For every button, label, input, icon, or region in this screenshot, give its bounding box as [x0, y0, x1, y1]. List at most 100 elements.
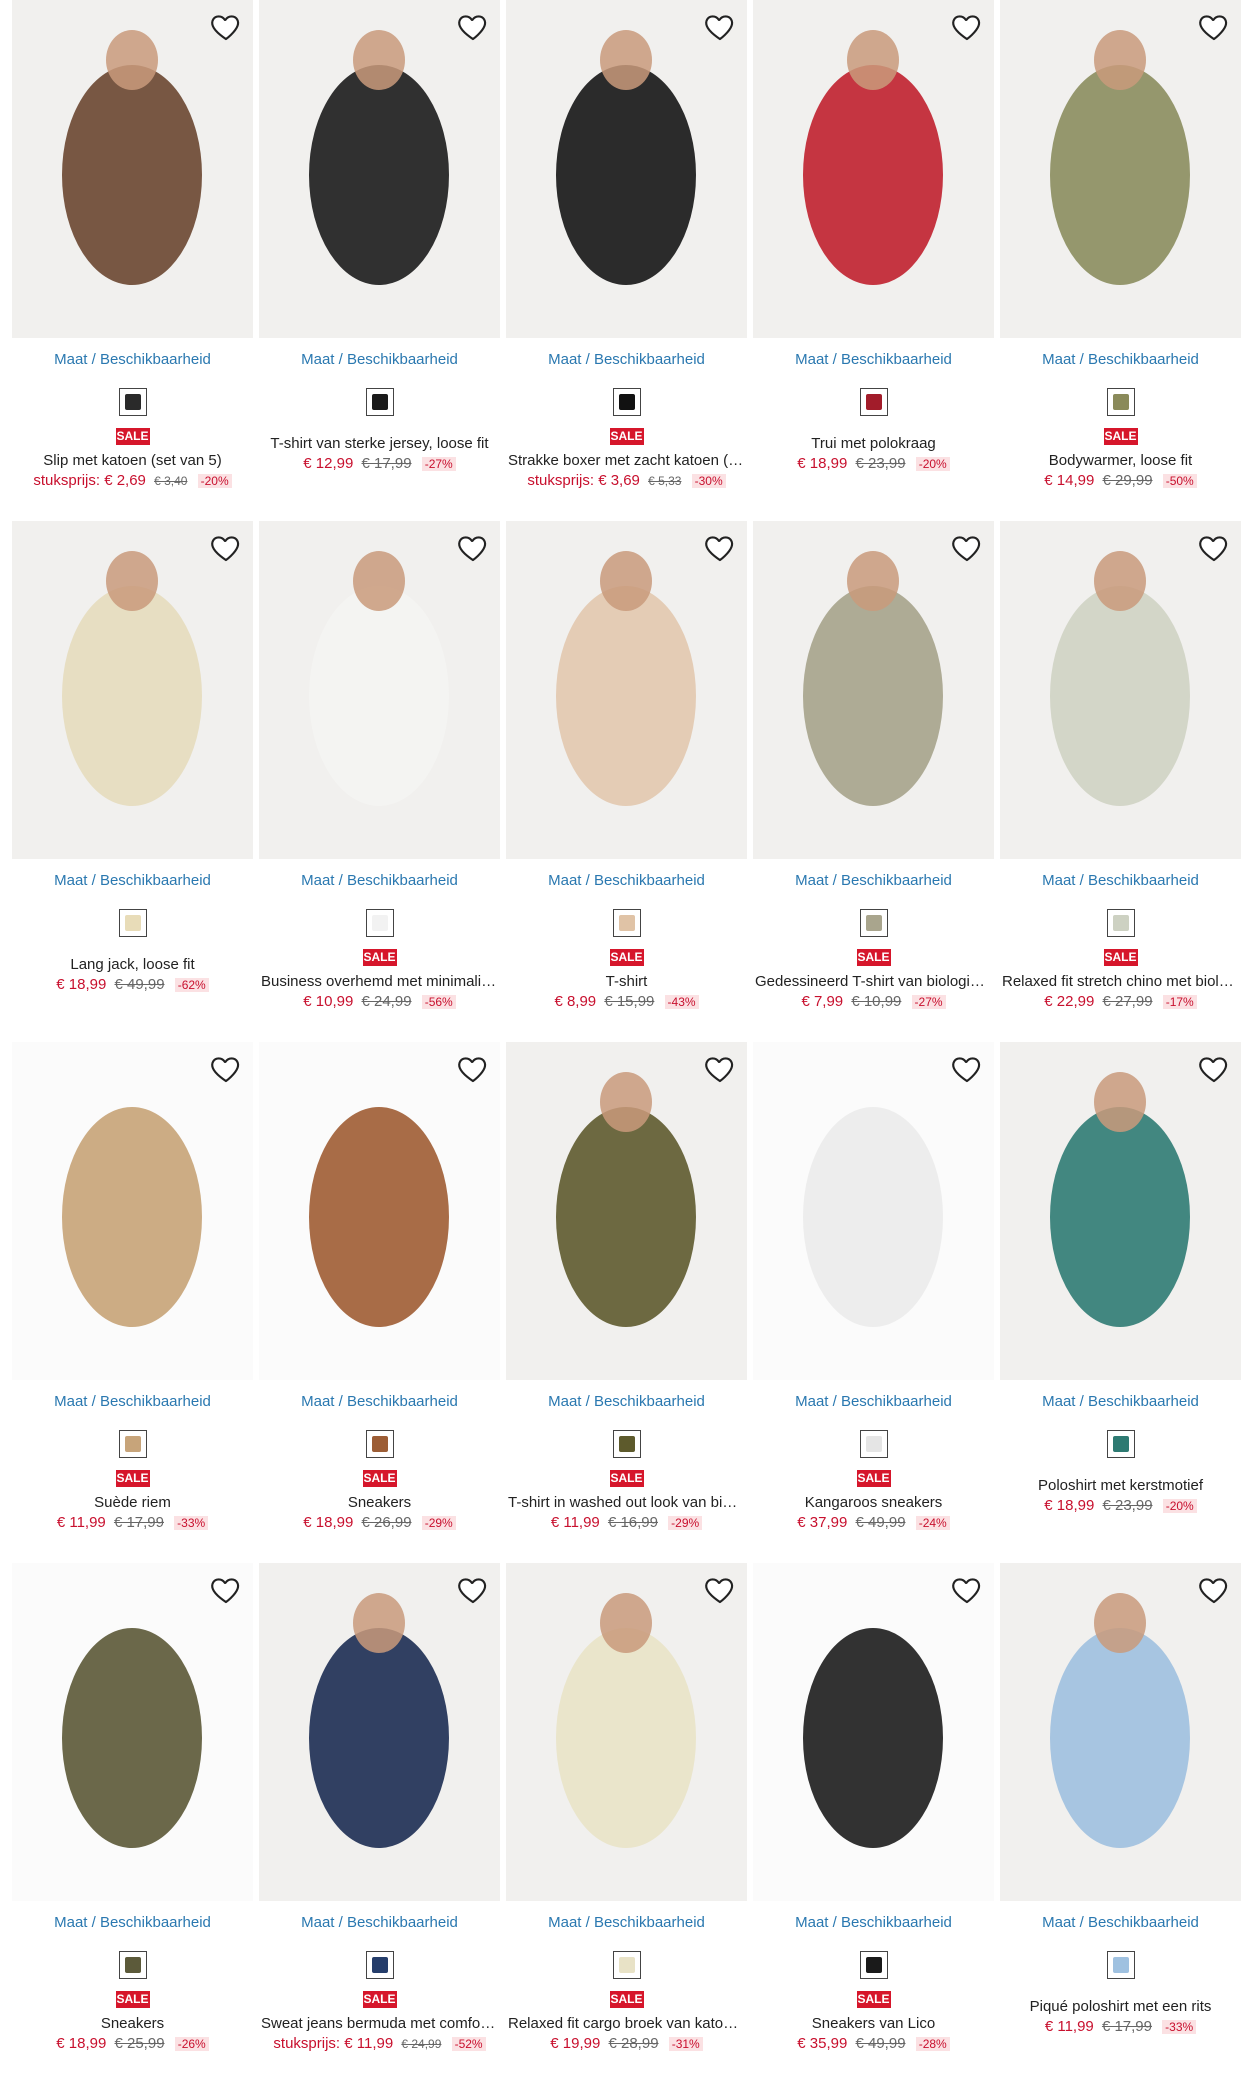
wishlist-heart-icon[interactable] [703, 531, 737, 565]
product-title[interactable]: Bodywarmer, loose fit [1000, 451, 1241, 471]
color-swatch[interactable] [1106, 388, 1135, 416]
size-availability-link[interactable]: Maat / Beschikbaarheid [753, 350, 994, 370]
product-card[interactable]: Maat / Beschikbaarheid SALE Kangaroos sn… [753, 1042, 994, 1563]
color-swatch[interactable] [365, 909, 394, 937]
product-image[interactable] [259, 0, 500, 338]
product-image[interactable] [259, 521, 500, 859]
wishlist-heart-icon[interactable] [1197, 1052, 1231, 1086]
product-image[interactable] [753, 521, 994, 859]
size-availability-link[interactable]: Maat / Beschikbaarheid [259, 350, 500, 370]
color-swatch[interactable] [1106, 909, 1135, 937]
wishlist-heart-icon[interactable] [456, 1573, 490, 1607]
size-availability-link[interactable]: Maat / Beschikbaarheid [753, 871, 994, 891]
product-title[interactable]: Trui met polokraag [753, 434, 994, 454]
size-availability-link[interactable]: Maat / Beschikbaarheid [259, 1392, 500, 1412]
product-title[interactable]: Relaxed fit stretch chino met biolo... [1000, 972, 1241, 992]
color-swatch[interactable] [612, 909, 641, 937]
product-image[interactable] [1000, 0, 1241, 338]
product-image[interactable] [506, 1042, 747, 1380]
product-card[interactable]: Maat / Beschikbaarheid Lang jack, loose … [12, 521, 253, 1042]
size-availability-link[interactable]: Maat / Beschikbaarheid [753, 1392, 994, 1412]
product-image[interactable] [753, 1563, 994, 1901]
size-availability-link[interactable]: Maat / Beschikbaarheid [259, 871, 500, 891]
product-image[interactable] [12, 521, 253, 859]
product-image[interactable] [506, 521, 747, 859]
color-swatch[interactable] [118, 388, 147, 416]
product-image[interactable] [1000, 1563, 1241, 1901]
size-availability-link[interactable]: Maat / Beschikbaarheid [753, 1913, 994, 1933]
wishlist-heart-icon[interactable] [950, 1052, 984, 1086]
product-card[interactable]: Maat / Beschikbaarheid Piqué poloshirt m… [1000, 1563, 1241, 2084]
wishlist-heart-icon[interactable] [209, 1573, 243, 1607]
wishlist-heart-icon[interactable] [950, 1573, 984, 1607]
product-title[interactable]: Lang jack, loose fit [12, 955, 253, 975]
product-card[interactable]: Maat / Beschikbaarheid SALE Sneakers € 1… [259, 1042, 500, 1563]
color-swatch[interactable] [859, 909, 888, 937]
product-title[interactable]: Strakke boxer met zacht katoen (s... [506, 451, 747, 471]
wishlist-heart-icon[interactable] [1197, 531, 1231, 565]
product-title[interactable]: Relaxed fit cargo broek van katoen... [506, 2014, 747, 2034]
color-swatch[interactable] [118, 1430, 147, 1458]
product-card[interactable]: Maat / Beschikbaarheid SALE Sneakers € 1… [12, 1563, 253, 2084]
color-swatch[interactable] [859, 1951, 888, 1979]
product-title[interactable]: Sneakers [12, 2014, 253, 2034]
size-availability-link[interactable]: Maat / Beschikbaarheid [506, 350, 747, 370]
product-title[interactable]: T-shirt in washed out look van biolo... [506, 1493, 747, 1513]
wishlist-heart-icon[interactable] [209, 1052, 243, 1086]
size-availability-link[interactable]: Maat / Beschikbaarheid [1000, 350, 1241, 370]
product-title[interactable]: Piqué poloshirt met een rits [1000, 1997, 1241, 2017]
size-availability-link[interactable]: Maat / Beschikbaarheid [259, 1913, 500, 1933]
size-availability-link[interactable]: Maat / Beschikbaarheid [506, 871, 747, 891]
wishlist-heart-icon[interactable] [950, 10, 984, 44]
size-availability-link[interactable]: Maat / Beschikbaarheid [506, 1913, 747, 1933]
product-card[interactable]: Maat / Beschikbaarheid SALE Relaxed fit … [1000, 521, 1241, 1042]
color-swatch[interactable] [612, 1951, 641, 1979]
wishlist-heart-icon[interactable] [456, 10, 490, 44]
product-card[interactable]: Maat / Beschikbaarheid SALE Bodywarmer, … [1000, 0, 1241, 521]
color-swatch[interactable] [859, 388, 888, 416]
product-card[interactable]: Maat / Beschikbaarheid SALE Sweat jeans … [259, 1563, 500, 2084]
product-card[interactable]: Maat / Beschikbaarheid SALE Relaxed fit … [506, 1563, 747, 2084]
product-image[interactable] [1000, 521, 1241, 859]
wishlist-heart-icon[interactable] [1197, 1573, 1231, 1607]
color-swatch[interactable] [118, 909, 147, 937]
product-image[interactable] [12, 1042, 253, 1380]
product-card[interactable]: Maat / Beschikbaarheid SALE Suède riem €… [12, 1042, 253, 1563]
size-availability-link[interactable]: Maat / Beschikbaarheid [1000, 1913, 1241, 1933]
product-title[interactable]: Poloshirt met kerstmotief [1000, 1476, 1241, 1496]
wishlist-heart-icon[interactable] [703, 1052, 737, 1086]
product-title[interactable]: Business overhemd met minimalisti... [259, 972, 500, 992]
wishlist-heart-icon[interactable] [456, 1052, 490, 1086]
color-swatch[interactable] [612, 388, 641, 416]
product-card[interactable]: Maat / Beschikbaarheid Poloshirt met ker… [1000, 1042, 1241, 1563]
wishlist-heart-icon[interactable] [703, 10, 737, 44]
product-title[interactable]: Sweat jeans bermuda met comfort... [259, 2014, 500, 2034]
product-image[interactable] [1000, 1042, 1241, 1380]
product-image[interactable] [506, 1563, 747, 1901]
product-card[interactable]: Maat / Beschikbaarheid SALE Business ove… [259, 521, 500, 1042]
product-title[interactable]: Slip met katoen (set van 5) [12, 451, 253, 471]
wishlist-heart-icon[interactable] [950, 531, 984, 565]
product-title[interactable]: Kangaroos sneakers [753, 1493, 994, 1513]
wishlist-heart-icon[interactable] [209, 10, 243, 44]
product-card[interactable]: Maat / Beschikbaarheid T-shirt van sterk… [259, 0, 500, 521]
product-card[interactable]: Maat / Beschikbaarheid SALE Sneakers van… [753, 1563, 994, 2084]
product-card[interactable]: Maat / Beschikbaarheid SALE T-shirt in w… [506, 1042, 747, 1563]
product-image[interactable] [753, 1042, 994, 1380]
color-swatch[interactable] [859, 1430, 888, 1458]
product-image[interactable] [259, 1042, 500, 1380]
color-swatch[interactable] [118, 1951, 147, 1979]
color-swatch[interactable] [365, 1951, 394, 1979]
product-title[interactable]: Gedessineerd T-shirt van biologisch... [753, 972, 994, 992]
product-card[interactable]: Maat / Beschikbaarheid Trui met polokraa… [753, 0, 994, 521]
product-card[interactable]: Maat / Beschikbaarheid SALE T-shirt € 8,… [506, 521, 747, 1042]
product-title[interactable]: Sneakers [259, 1493, 500, 1513]
color-swatch[interactable] [1106, 1430, 1135, 1458]
size-availability-link[interactable]: Maat / Beschikbaarheid [12, 1392, 253, 1412]
product-image[interactable] [259, 1563, 500, 1901]
product-image[interactable] [506, 0, 747, 338]
wishlist-heart-icon[interactable] [209, 531, 243, 565]
product-card[interactable]: Maat / Beschikbaarheid SALE Strakke boxe… [506, 0, 747, 521]
color-swatch[interactable] [1106, 1951, 1135, 1979]
color-swatch[interactable] [365, 388, 394, 416]
